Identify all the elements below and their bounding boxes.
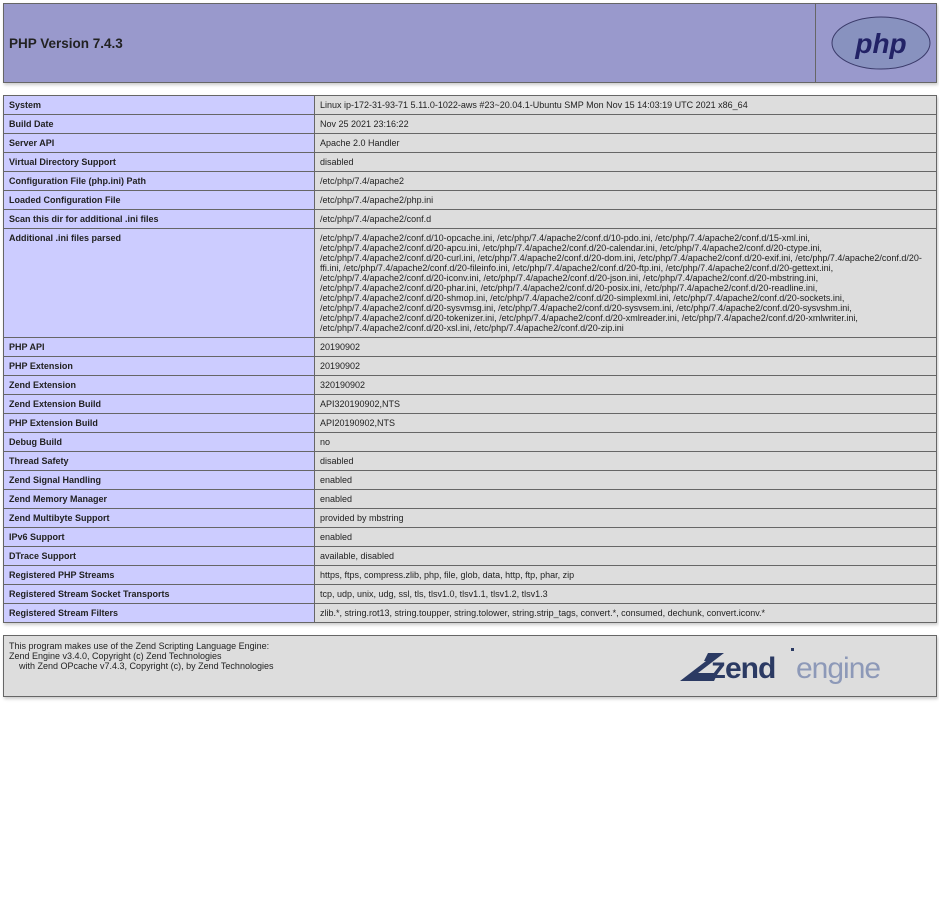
info-value: available, disabled (315, 547, 937, 566)
info-table: SystemLinux ip-172-31-93-71 5.11.0-1022-… (3, 95, 937, 623)
info-key: Zend Extension (4, 376, 315, 395)
zend-logo-cell: zend engine (646, 636, 937, 697)
table-row: Configuration File (php.ini) Path/etc/ph… (4, 172, 937, 191)
info-value: tcp, udp, unix, udg, ssl, tls, tlsv1.0, … (315, 585, 937, 604)
info-value: /etc/php/7.4/apache2/conf.d/10-opcache.i… (315, 229, 937, 338)
zend-line-1: This program makes use of the Zend Scrip… (9, 641, 269, 651)
table-row: PHP Extension BuildAPI20190902,NTS (4, 414, 937, 433)
zend-credits-text: This program makes use of the Zend Scrip… (4, 636, 647, 697)
table-row: Zend Extension320190902 (4, 376, 937, 395)
zend-line-3: with Zend OPcache v7.4.3, Copyright (c),… (9, 661, 273, 671)
info-key: Registered Stream Socket Transports (4, 585, 315, 604)
info-key: Zend Multibyte Support (4, 509, 315, 528)
zend-line-2: Zend Engine v3.4.0, Copyright (c) Zend T… (9, 651, 221, 661)
svg-text:engine: engine (796, 652, 880, 685)
info-key: Registered Stream Filters (4, 604, 315, 623)
svg-text:php: php (854, 28, 906, 59)
table-row: Thread Safetydisabled (4, 452, 937, 471)
info-key: PHP API (4, 338, 315, 357)
table-row: Zend Extension BuildAPI320190902,NTS (4, 395, 937, 414)
table-row: Zend Signal Handlingenabled (4, 471, 937, 490)
page-title: PHP Version 7.4.3 (9, 36, 810, 51)
info-key: Build Date (4, 115, 315, 134)
page-title-cell: PHP Version 7.4.3 (4, 4, 816, 83)
table-row: Zend Multibyte Supportprovided by mbstri… (4, 509, 937, 528)
info-value: 20190902 (315, 338, 937, 357)
info-value: disabled (315, 452, 937, 471)
info-value: 320190902 (315, 376, 937, 395)
table-row: SystemLinux ip-172-31-93-71 5.11.0-1022-… (4, 96, 937, 115)
info-key: Virtual Directory Support (4, 153, 315, 172)
info-key: Additional .ini files parsed (4, 229, 315, 338)
info-value: enabled (315, 528, 937, 547)
info-value: Linux ip-172-31-93-71 5.11.0-1022-aws #2… (315, 96, 937, 115)
table-row: Zend Memory Managerenabled (4, 490, 937, 509)
info-key: Registered PHP Streams (4, 566, 315, 585)
info-value: zlib.*, string.rot13, string.toupper, st… (315, 604, 937, 623)
info-value: no (315, 433, 937, 452)
info-key: Thread Safety (4, 452, 315, 471)
info-key: Loaded Configuration File (4, 191, 315, 210)
info-key: System (4, 96, 315, 115)
table-row: Registered PHP Streamshttps, ftps, compr… (4, 566, 937, 585)
info-value: /etc/php/7.4/apache2/php.ini (315, 191, 937, 210)
table-row: Scan this dir for additional .ini files/… (4, 210, 937, 229)
info-key: Debug Build (4, 433, 315, 452)
table-row: Registered Stream Socket Transportstcp, … (4, 585, 937, 604)
header-table: PHP Version 7.4.3 php (3, 3, 937, 83)
info-key: PHP Extension Build (4, 414, 315, 433)
table-row: Server APIApache 2.0 Handler (4, 134, 937, 153)
info-key: Scan this dir for additional .ini files (4, 210, 315, 229)
zend-engine-logo-icon: zend engine (671, 682, 931, 692)
php-logo-icon: php (831, 16, 931, 70)
info-key: Zend Memory Manager (4, 490, 315, 509)
info-key: Zend Extension Build (4, 395, 315, 414)
info-value: Nov 25 2021 23:16:22 (315, 115, 937, 134)
zend-credits-box: This program makes use of the Zend Scrip… (3, 635, 937, 697)
php-logo-cell: php (816, 4, 937, 83)
info-key: Server API (4, 134, 315, 153)
table-row: IPv6 Supportenabled (4, 528, 937, 547)
info-value: 20190902 (315, 357, 937, 376)
info-value: enabled (315, 490, 937, 509)
info-value: API20190902,NTS (315, 414, 937, 433)
table-row: Registered Stream Filterszlib.*, string.… (4, 604, 937, 623)
info-value: https, ftps, compress.zlib, php, file, g… (315, 566, 937, 585)
info-value: enabled (315, 471, 937, 490)
table-row: PHP Extension20190902 (4, 357, 937, 376)
info-value: /etc/php/7.4/apache2/conf.d (315, 210, 937, 229)
info-value: Apache 2.0 Handler (315, 134, 937, 153)
table-row: Additional .ini files parsed/etc/php/7.4… (4, 229, 937, 338)
table-row: Loaded Configuration File/etc/php/7.4/ap… (4, 191, 937, 210)
table-row: DTrace Supportavailable, disabled (4, 547, 937, 566)
info-value: provided by mbstring (315, 509, 937, 528)
table-row: Build DateNov 25 2021 23:16:22 (4, 115, 937, 134)
table-row: Virtual Directory Supportdisabled (4, 153, 937, 172)
info-value: disabled (315, 153, 937, 172)
table-row: PHP API20190902 (4, 338, 937, 357)
info-value: /etc/php/7.4/apache2 (315, 172, 937, 191)
info-key: Zend Signal Handling (4, 471, 315, 490)
info-key: Configuration File (php.ini) Path (4, 172, 315, 191)
svg-text:zend: zend (711, 652, 775, 685)
table-row: Debug Buildno (4, 433, 937, 452)
info-value: API320190902,NTS (315, 395, 937, 414)
info-key: IPv6 Support (4, 528, 315, 547)
info-key: PHP Extension (4, 357, 315, 376)
info-key: DTrace Support (4, 547, 315, 566)
